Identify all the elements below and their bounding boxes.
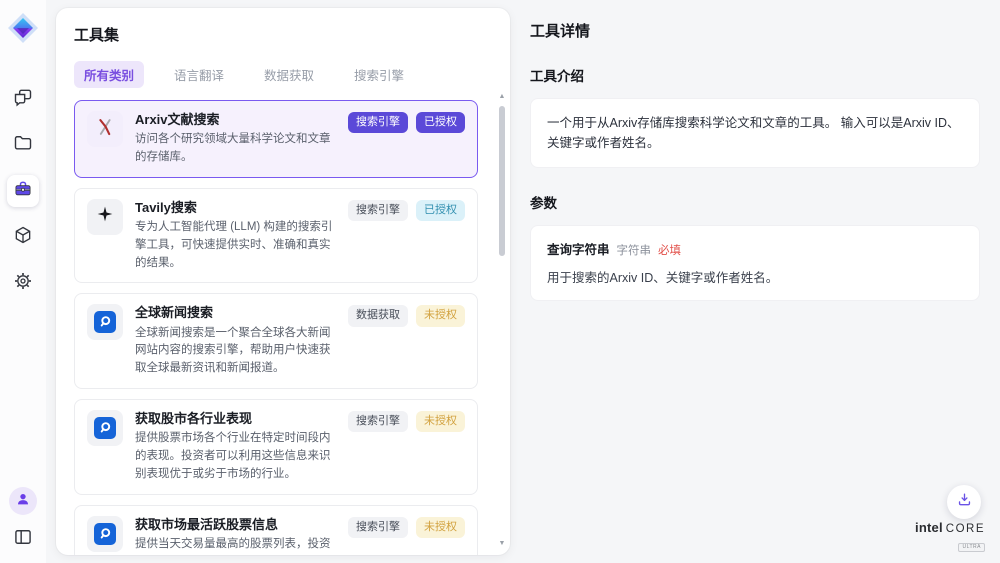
tool-title: 获取市场最活跃股票信息 (135, 516, 336, 534)
folder-icon (13, 133, 33, 158)
tool-card[interactable]: Arxiv文献搜索 访问各个研究领域大量科学论文和文章的存储库。 搜索引擎 已授… (74, 100, 478, 178)
tool-card-list: Arxiv文献搜索 访问各个研究领域大量科学论文和文章的存储库。 搜索引擎 已授… (74, 100, 494, 555)
rail-item-models[interactable] (7, 221, 39, 253)
param-card: 查询字符串 字符串 必填 用于搜索的Arxiv ID、关键字或作者姓名。 (530, 225, 980, 301)
rail-item-tools[interactable] (7, 175, 39, 207)
download-icon (956, 491, 973, 513)
cube-icon (13, 225, 33, 250)
rail-item-collapse[interactable] (7, 523, 39, 555)
download-button[interactable] (947, 485, 981, 519)
param-required-flag: 必填 (658, 242, 681, 258)
details-title: 工具详情 (530, 20, 980, 41)
left-rail (0, 0, 46, 563)
rail-item-settings[interactable] (7, 267, 39, 299)
chat-icon (13, 87, 33, 112)
search-q-icon (94, 523, 116, 545)
intro-card: 一个用于从Arxiv存储库搜索科学论文和文章的工具。 输入可以是Arxiv ID… (530, 98, 980, 168)
tool-description: 提供股票市场各个行业在特定时间段内的表现。投资者可以利用这些信息来识别表现优于或… (135, 430, 336, 483)
tool-description: 专为人工智能代理 (LLM) 构建的搜索引擎工具，可快速提供实时、准确和真实的结… (135, 219, 336, 272)
param-name: 查询字符串 (547, 239, 610, 258)
processor-badge: ULTRA (958, 543, 985, 552)
search-q-icon (94, 311, 116, 333)
rail-item-chat[interactable] (7, 83, 39, 115)
user-avatar-icon (15, 491, 31, 512)
scrollbar-thumb[interactable] (499, 106, 505, 256)
tool-card[interactable]: Tavily搜索 专为人工智能代理 (LLM) 构建的搜索引擎工具，可快速提供实… (74, 188, 478, 284)
rail-item-files[interactable] (7, 129, 39, 161)
scrollbar: ▲ ▼ (497, 92, 507, 549)
search-q-icon (94, 417, 116, 439)
arxiv-icon (94, 116, 116, 143)
category-badge: 搜索引擎 (348, 112, 408, 133)
tool-card[interactable]: 获取市场最活跃股票信息 提供当天交易量最高的股票列表，投资者可以利用这些信息来识… (74, 505, 478, 555)
user-avatar[interactable] (9, 487, 37, 515)
tool-icon-tile (87, 304, 123, 340)
tool-icon-tile (87, 199, 123, 235)
intel-brand-text: intel (915, 520, 943, 535)
scroll-down-arrow[interactable]: ▼ (497, 539, 507, 549)
auth-badge: 未授权 (416, 411, 465, 432)
category-tab[interactable]: 所有类别 (74, 61, 144, 88)
category-tab[interactable]: 数据获取 (254, 61, 324, 88)
category-badge: 搜索引擎 (348, 411, 408, 432)
param-type: 字符串 (617, 242, 652, 258)
scroll-up-arrow[interactable]: ▲ (497, 92, 507, 102)
app-diamond-logo (6, 11, 40, 45)
intel-core-logo: intel CORE ULTRA (915, 520, 985, 553)
page-title: 工具集 (74, 24, 494, 45)
param-description: 用于搜索的Arxiv ID、关键字或作者姓名。 (547, 267, 963, 286)
tool-details-panel: 工具详情 工具介绍 一个用于从Arxiv存储库搜索科学论文和文章的工具。 输入可… (510, 0, 1000, 563)
tool-card[interactable]: 获取股市各行业表现 提供股票市场各个行业在特定时间段内的表现。投资者可以利用这些… (74, 399, 478, 495)
tool-title: 全球新闻搜索 (135, 304, 336, 322)
tool-icon-tile (87, 410, 123, 446)
tool-icon-tile (87, 111, 123, 147)
tool-title: Tavily搜索 (135, 199, 336, 217)
category-tabs: 所有类别语言翻译数据获取搜索引擎 (74, 61, 494, 88)
category-badge: 搜索引擎 (348, 200, 408, 221)
intel-core-text: CORE (946, 523, 985, 535)
auth-badge: 已授权 (416, 112, 465, 133)
toolbox-icon (13, 179, 33, 204)
tool-title: Arxiv文献搜索 (135, 111, 336, 129)
panel-toggle-icon (13, 527, 33, 552)
params-heading: 参数 (530, 192, 980, 212)
auth-badge: 未授权 (416, 305, 465, 326)
tool-description: 提供当天交易量最高的股票列表，投资者可以利用这些信息来识别流动性强的股票和潜在的… (135, 536, 336, 555)
auth-badge: 未授权 (416, 517, 465, 538)
category-tab[interactable]: 语言翻译 (164, 61, 234, 88)
tool-description: 全球新闻搜索是一个聚合全球各大新闻网站内容的搜索引擎，帮助用户快速获取全球最新资… (135, 325, 336, 378)
tool-title: 获取股市各行业表现 (135, 410, 336, 428)
tool-card[interactable]: 全球新闻搜索 全球新闻搜索是一个聚合全球各大新闻网站内容的搜索引擎，帮助用户快速… (74, 293, 478, 389)
auth-badge: 已授权 (416, 200, 465, 221)
tool-description: 访问各个研究领域大量科学论文和文章的存储库。 (135, 131, 336, 167)
category-badge: 数据获取 (348, 305, 408, 326)
tool-list-panel: 工具集 所有类别语言翻译数据获取搜索引擎 Arxiv文献搜索 访问各个研究领域大… (56, 8, 510, 555)
category-tab[interactable]: 搜索引擎 (344, 61, 414, 88)
category-badge: 搜索引擎 (348, 517, 408, 538)
sparkle-icon (95, 204, 115, 229)
intro-text: 一个用于从Arxiv存储库搜索科学论文和文章的工具。 输入可以是Arxiv ID… (547, 116, 960, 150)
gear-icon (13, 271, 33, 296)
intro-heading: 工具介绍 (530, 65, 980, 85)
tool-icon-tile (87, 516, 123, 552)
